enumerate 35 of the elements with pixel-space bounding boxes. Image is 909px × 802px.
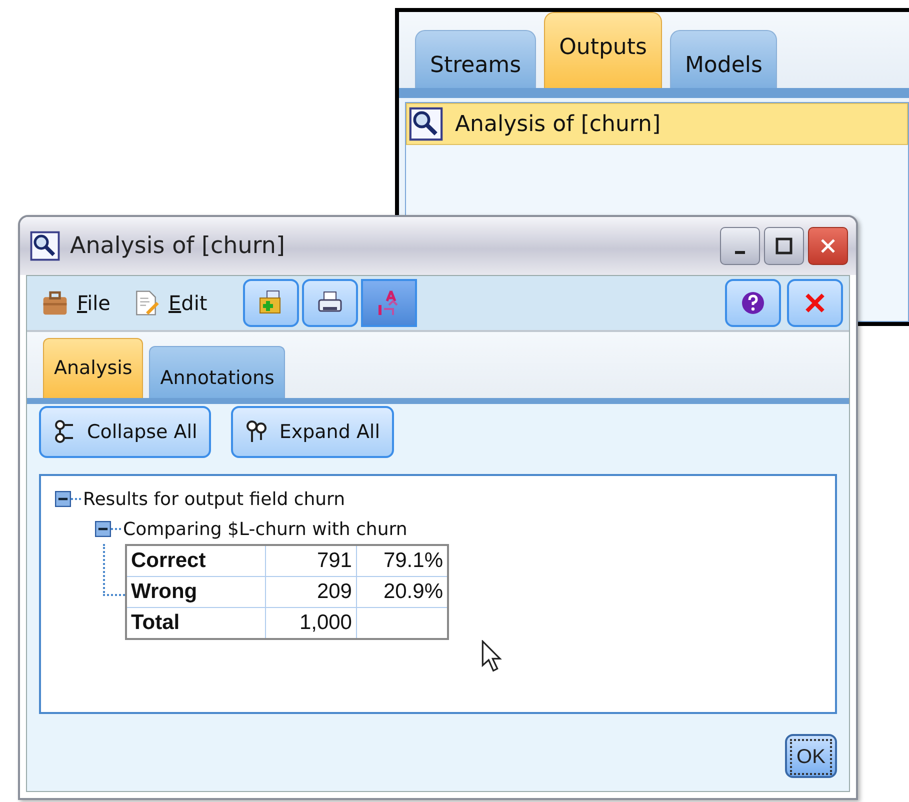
window-title: Analysis of [churn]	[70, 233, 285, 259]
tab[interactable]: Models	[670, 30, 778, 88]
table-cell: 209	[266, 576, 356, 608]
menu-item[interactable]: File	[41, 289, 126, 317]
print-button[interactable]	[302, 279, 358, 327]
tab[interactable]: Streams	[415, 30, 536, 88]
table-cell: Correct	[126, 545, 266, 576]
help-button[interactable]	[725, 279, 781, 327]
tree-item[interactable]: Results for output field churn	[83, 488, 346, 510]
collapse-icon[interactable]	[55, 491, 71, 507]
search-icon	[30, 231, 60, 261]
close-button[interactable]	[808, 227, 848, 265]
help-icon	[739, 289, 767, 317]
expand-tree-icon	[245, 420, 270, 444]
menu-item[interactable]: Edit	[132, 289, 224, 317]
tab[interactable]: Outputs	[544, 12, 662, 88]
tree-line	[103, 544, 125, 596]
mouse-pointer-icon	[481, 640, 503, 672]
tab[interactable]: Analysis	[43, 338, 144, 398]
minimize-icon	[735, 250, 745, 254]
close-button[interactable]	[787, 279, 843, 327]
maximize-icon	[774, 236, 794, 256]
table-cell: 791	[266, 545, 356, 576]
add-button[interactable]	[243, 279, 300, 327]
search-icon	[409, 107, 443, 141]
output-item[interactable]: Analysis of [churn]	[406, 103, 908, 145]
expand-all-button[interactable]: Expand All	[231, 406, 394, 458]
collapse-icon[interactable]	[95, 521, 111, 537]
ok-button[interactable]: OK	[785, 734, 837, 778]
table-cell: Wrong	[126, 576, 266, 608]
tree-item[interactable]: Comparing $L-churn with churn	[123, 518, 408, 540]
tab[interactable]: Annotations	[149, 346, 286, 398]
collapse-all-button[interactable]: Collapse All	[39, 406, 212, 458]
maximize-button[interactable]	[764, 227, 804, 265]
briefcase-icon	[41, 289, 69, 317]
